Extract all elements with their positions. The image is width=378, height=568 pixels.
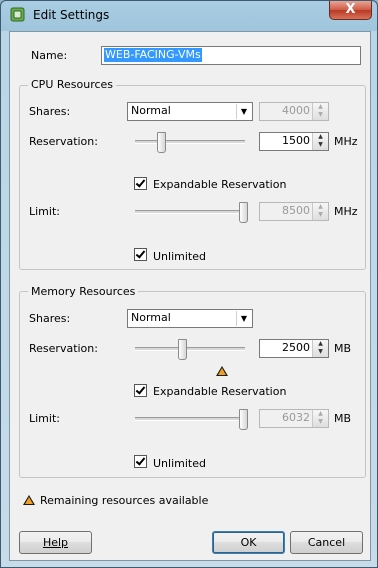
cpu-resources-legend: CPU Resources — [28, 78, 117, 91]
spin-up-icon[interactable]: ▲ — [313, 340, 328, 348]
cpu-shares-select[interactable]: Normal ▼ — [127, 102, 253, 121]
name-value: WEB-FACING-VMs — [104, 48, 202, 62]
memory-expandable-checkbox[interactable] — [134, 384, 147, 397]
cpu-limit-value: 8500 — [282, 204, 310, 217]
close-button[interactable]: X — [329, 1, 372, 20]
memory-shares-label: Shares: — [29, 312, 71, 325]
help-button[interactable]: Help — [19, 531, 92, 554]
memory-shares-selected: Normal — [131, 311, 171, 324]
cancel-button[interactable]: Cancel — [290, 531, 363, 554]
memory-shares-select[interactable]: Normal ▼ — [127, 309, 253, 328]
close-icon: X — [345, 2, 356, 17]
cpu-unlimited-label: Unlimited — [153, 250, 206, 263]
cpu-shares-label: Shares: — [29, 105, 71, 118]
resource-pool-icon — [10, 7, 25, 22]
cpu-reservation-slider-thumb[interactable] — [157, 132, 166, 153]
cpu-unlimited-checkbox[interactable] — [134, 248, 147, 261]
ok-button-label: OK — [240, 536, 257, 549]
spin-up-icon: ▲ — [318, 203, 323, 210]
cpu-reservation-label: Reservation: — [29, 135, 98, 148]
memory-reservation-slider-thumb[interactable] — [178, 339, 187, 360]
spin-up-icon[interactable]: ▲ — [313, 133, 328, 141]
spin-down-icon[interactable]: ▼ — [313, 348, 328, 356]
memory-limit-spinner: 6032 ▲ ▼ — [259, 409, 329, 428]
edit-settings-window: Edit Settings X Name: WEB-FACING-VMs CPU… — [0, 0, 378, 568]
ok-button[interactable]: OK — [212, 531, 285, 554]
remaining-resources-note: Remaining resources available — [40, 494, 209, 507]
memory-limit-slider-thumb[interactable] — [239, 409, 248, 430]
cpu-limit-label: Limit: — [29, 205, 60, 218]
memory-unlimited-label: Unlimited — [153, 457, 206, 470]
cpu-reservation-spinner[interactable]: 1500 ▲ ▼ — [259, 132, 329, 151]
cpu-reservation-slider-track[interactable] — [135, 140, 245, 144]
name-input[interactable]: WEB-FACING-VMs — [101, 46, 361, 65]
memory-limit-slider-track[interactable] — [135, 417, 245, 421]
spin-down-icon: ▼ — [318, 418, 323, 425]
title-bar[interactable]: Edit Settings X — [1, 1, 377, 29]
memory-limit-label: Limit: — [29, 412, 60, 425]
spin-down-icon[interactable]: ▼ — [313, 141, 328, 149]
cpu-limit-unit: MHz — [334, 205, 358, 218]
chevron-down-icon: ▼ — [236, 311, 251, 326]
cpu-shares-selected: Normal — [131, 104, 171, 117]
memory-limit-unit: MB — [334, 412, 352, 425]
memory-limit-value: 6032 — [282, 411, 310, 424]
memory-unlimited-checkbox[interactable] — [134, 455, 147, 468]
cpu-reservation-unit: MHz — [334, 135, 358, 148]
cpu-limit-slider-track[interactable] — [135, 210, 245, 214]
cpu-expandable-checkbox[interactable] — [134, 177, 147, 190]
spin-up-icon: ▲ — [318, 103, 323, 110]
memory-reservation-value: 2500 — [282, 341, 310, 354]
help-button-label: Help — [42, 536, 69, 549]
dialog-body: Name: WEB-FACING-VMs CPU Resources Share… — [9, 31, 371, 561]
cancel-button-label: Cancel — [307, 536, 346, 549]
memory-expandable-label: Expandable Reservation — [153, 385, 287, 398]
cpu-shares-value: 4000 — [282, 104, 310, 117]
cpu-expandable-label: Expandable Reservation — [153, 178, 287, 191]
name-label: Name: — [31, 49, 68, 62]
cpu-shares-spinner: 4000 ▲ ▼ — [259, 102, 329, 121]
memory-reservation-spinner[interactable]: 2500 ▲ ▼ — [259, 339, 329, 358]
spin-down-icon: ▼ — [318, 211, 323, 218]
warning-icon — [23, 495, 35, 505]
memory-reservation-slider-track[interactable] — [135, 347, 245, 351]
cpu-limit-slider-thumb[interactable] — [239, 202, 248, 223]
window-title: Edit Settings — [33, 8, 110, 22]
memory-reservation-label: Reservation: — [29, 342, 98, 355]
chevron-down-icon: ▼ — [236, 104, 251, 119]
memory-reservation-unit: MB — [334, 342, 352, 355]
warning-icon — [216, 366, 228, 376]
spin-up-icon: ▲ — [318, 410, 323, 417]
spin-down-icon: ▼ — [318, 111, 323, 118]
memory-resources-legend: Memory Resources — [28, 285, 139, 298]
cpu-reservation-value: 1500 — [282, 134, 310, 147]
cpu-limit-spinner: 8500 ▲ ▼ — [259, 202, 329, 221]
